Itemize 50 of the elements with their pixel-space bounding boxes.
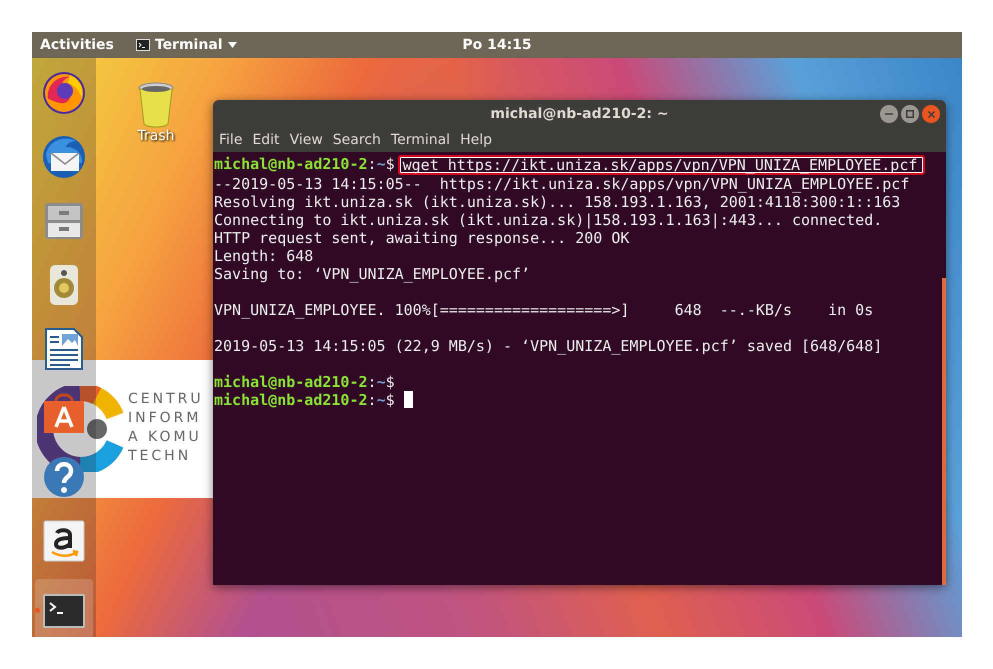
- scrollbar[interactable]: [942, 278, 946, 585]
- prompt-path: ~: [376, 373, 386, 391]
- dock-item[interactable]: [35, 579, 93, 637]
- minimize-icon: [885, 113, 893, 115]
- activities-button[interactable]: Activities: [32, 32, 122, 58]
- clock[interactable]: Po 14:15: [454, 32, 540, 58]
- prompt-user: michal@nb-ad210-2: [214, 155, 368, 173]
- command-text: wget https://ikt.uniza.sk/apps/vpn/VPN_UNIZA_EMPLOYEE.pcf: [398, 154, 926, 175]
- caret-icon: [228, 42, 237, 48]
- output-line: Length: 648: [214, 247, 314, 265]
- prompt-sign: $: [386, 155, 395, 173]
- prompt-separator: :: [368, 391, 377, 409]
- prompt-user: michal@nb-ad210-2: [214, 373, 368, 391]
- output-line: HTTP request sent, awaiting response... 200 OK: [214, 229, 630, 247]
- output-line: Resolving ikt.uniza.sk (ikt.uniza.sk)... 158.193.1.163, 2001:4118:300:1::163: [214, 193, 900, 211]
- close-icon: [928, 110, 934, 118]
- minimize-button[interactable]: [880, 105, 898, 123]
- window-title: michal@nb-ad210-2: ~: [490, 106, 669, 122]
- logo-text: TECHN: [128, 447, 192, 466]
- prompt-separator: :: [368, 155, 377, 173]
- output-line: Saving to: ‘VPN_UNIZA_EMPLOYEE.pcf’: [214, 265, 530, 283]
- logo-text: A KOMU: [128, 428, 203, 447]
- mail-envelope-icon: [40, 133, 88, 181]
- output-line: VPN_UNIZA_EMPLOYEE. 100%[===================>] 648 --.-KB/s in 0s: [214, 301, 874, 319]
- prompt-sign: $: [386, 373, 395, 391]
- prompt-sign: $: [386, 391, 395, 409]
- maximize-button[interactable]: [901, 105, 919, 123]
- c-logo-icon: [37, 386, 123, 472]
- prompt-path: ~: [376, 155, 386, 173]
- fox-globe-icon: [40, 69, 88, 117]
- menu-item[interactable]: File: [214, 128, 248, 152]
- app-menu-button[interactable]: Terminal: [128, 32, 245, 58]
- prompt-user: michal@nb-ad210-2: [214, 391, 368, 409]
- prompt-path: ~: [376, 391, 386, 409]
- output-line: 2019-05-13 14:15:05 (22,9 MB/s) - ‘VPN_UNIZA_EMPLOYEE.pcf’ saved [648/648]: [214, 337, 882, 355]
- running-indicator: [35, 608, 40, 613]
- output-line: --2019-05-13 14:15:05-- https://ikt.uniza.sk/apps/vpn/VPN_UNIZA_EMPLOYEE.pcf: [214, 175, 910, 193]
- trash-can-icon: [136, 80, 176, 128]
- menu-item[interactable]: Edit: [247, 128, 285, 152]
- terminal-icon: [136, 39, 150, 51]
- prompt-separator: :: [368, 373, 377, 391]
- menu-item[interactable]: Help: [455, 128, 497, 152]
- maximize-icon: [906, 110, 914, 118]
- logo-text: CENTRU: [128, 390, 204, 409]
- menu-item[interactable]: Search: [328, 128, 386, 152]
- logo-text: INFORM: [128, 409, 202, 428]
- menu-item[interactable]: View: [284, 128, 328, 152]
- menu-item[interactable]: Terminal: [386, 128, 456, 152]
- output-line: Connecting to ikt.uniza.sk (ikt.uniza.sk)|158.193.1.163|:443... connected.: [214, 211, 882, 229]
- close-button[interactable]: [922, 105, 940, 123]
